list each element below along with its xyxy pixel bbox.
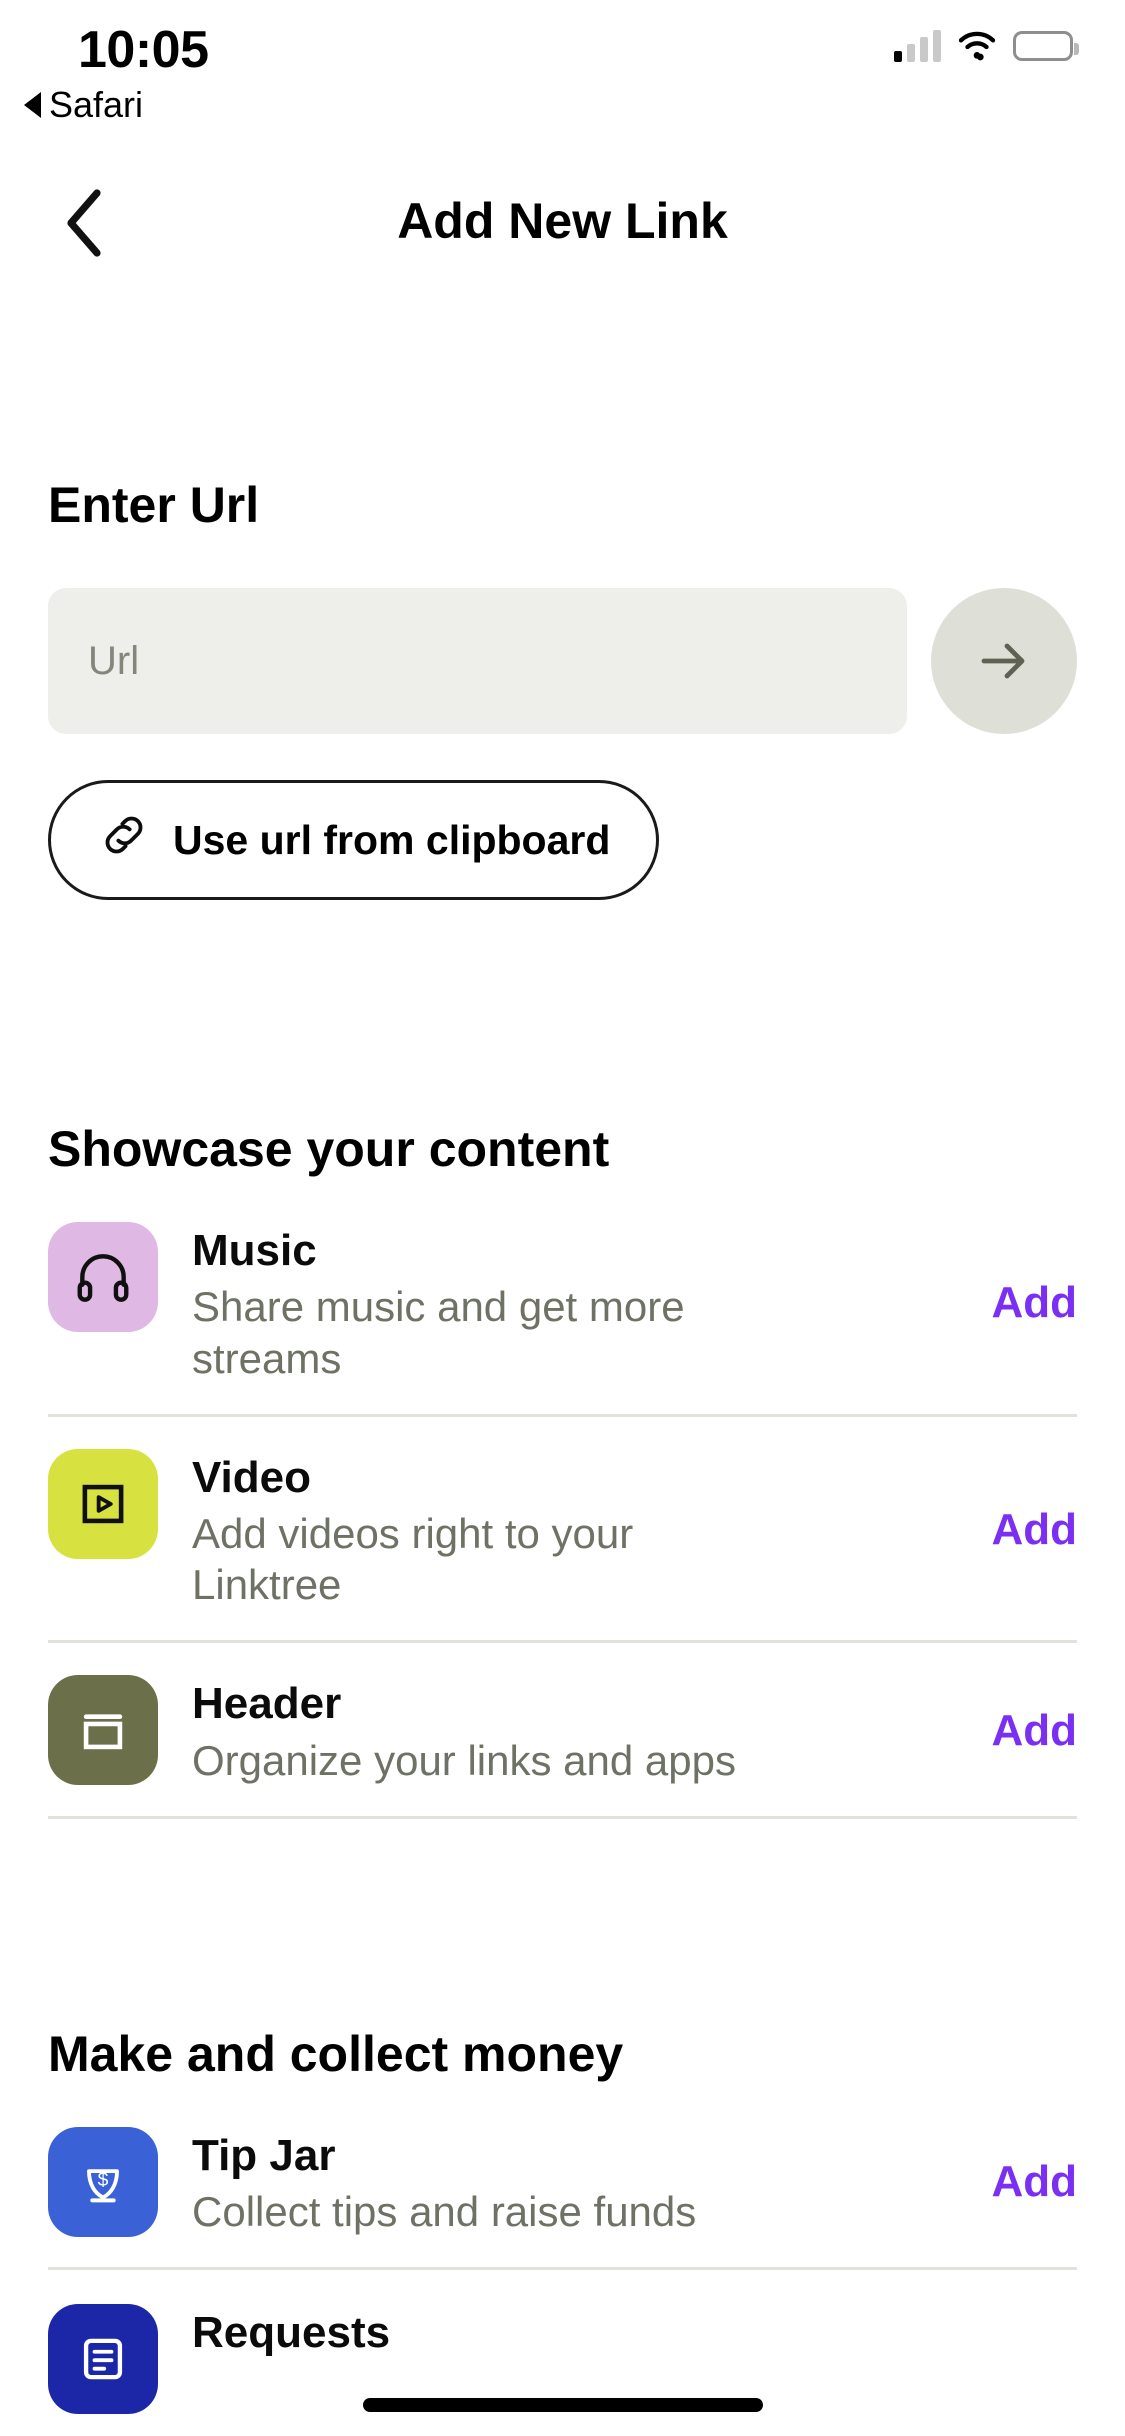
header-tile [48,1675,158,1786]
tip-jar-description: Collect tips and raise funds [192,2188,697,2236]
status-bar-time: 10:05 [78,21,209,79]
header-text-block: Header Organize your links and apps [192,1675,947,1786]
add-music-button[interactable]: Add [981,1278,1077,1328]
page-title: Add New Link [397,193,728,249]
tip-jar-title: Tip Jar [192,2130,336,2180]
status-bar-indicators [894,30,1079,62]
music-description: Share music and get more streams [192,1283,685,1382]
enter-url-heading: Enter Url [48,477,260,533]
status-bar: 10:05 Safari [0,0,1125,132]
url-submit-button[interactable] [931,588,1077,734]
status-bar-back-label: Safari [49,84,144,125]
list-item-music[interactable]: Music Share music and get more streams A… [48,1178,1077,1417]
requests-title: Requests [192,2308,391,2358]
header-layout-icon [83,1714,123,1750]
tip-jar-text-block: Tip Jar Collect tips and raise funds [192,2127,947,2238]
add-video-button[interactable]: Add [981,1505,1077,1555]
cellular-signal-icon [894,30,941,62]
add-tip-jar-button[interactable]: Add [981,2157,1077,2207]
header-title: Header [192,1679,342,1729]
list-item-tip-jar[interactable]: $ Tip Jar Collect tips and raise funds A… [48,2083,1077,2271]
requests-icon [83,2339,123,2380]
list-item-requests[interactable]: Requests [48,2270,1077,2415]
tip-jar-tile: $ [48,2126,158,2237]
list-item-header[interactable]: Header Organize your links and apps Add [48,1643,1077,1819]
music-tile [48,1222,158,1332]
wifi-icon [957,31,997,61]
back-triangle-icon [24,92,41,118]
app-screen: 10:05 Safari Add New Link Enter Url Url … [0,0,1125,2436]
video-title: Video [192,1452,312,1502]
link-chain-icon [97,808,151,872]
navigation-bar: Add New Link [0,168,1125,278]
video-text-block: Video Add videos right to your Linktree [192,1449,947,1611]
list-item-video[interactable]: Video Add videos right to your Linktree … [48,1417,1077,1644]
requests-tile [48,2304,158,2415]
clipboard-button-label: Use url from clipboard [173,816,611,863]
header-description: Organize your links and apps [192,1736,736,1784]
video-tile [48,1448,158,1559]
home-indicator [362,2398,763,2412]
showcase-items-list: Music Share music and get more streams A… [48,1178,1077,1819]
url-input[interactable] [48,588,907,734]
url-entry-row [48,588,1077,734]
headphones-icon [77,1254,129,1302]
money-section-heading: Make and collect money [48,2025,624,2082]
main-content: Enter Url Use url from clipboard Showcas… [0,278,1125,2415]
video-play-icon [82,1484,124,1523]
music-text-block: Music Share music and get more streams [192,1222,947,1384]
svg-text:$: $ [98,2170,109,2191]
battery-icon [1013,31,1079,61]
arrow-right-icon [981,643,1025,679]
money-items-list: $ Tip Jar Collect tips and raise funds A… [48,2083,1077,2415]
video-description: Add videos right to your Linktree [192,1510,634,1609]
use-url-from-clipboard-button[interactable]: Use url from clipboard [48,780,660,900]
status-bar-back-to-safari[interactable]: Safari [24,84,143,126]
showcase-section-heading: Showcase your content [48,1121,610,1177]
requests-text-block: Requests [192,2304,1077,2363]
music-title: Music [192,1226,317,1275]
add-header-button[interactable]: Add [981,1706,1077,1756]
tip-jar-dollar-icon: $ [87,2169,119,2203]
